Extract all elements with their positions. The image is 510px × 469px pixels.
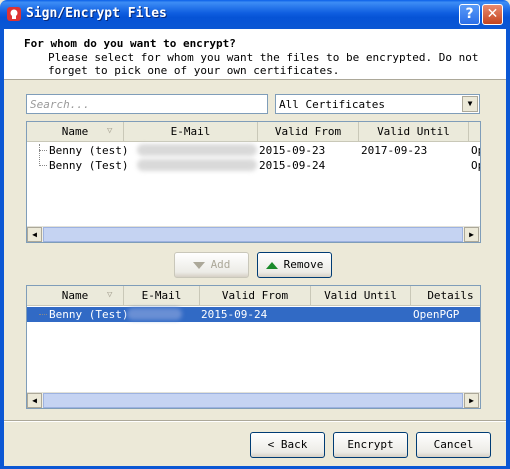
header-description: Please select for whom you want the file… [48,51,479,77]
cell-name: Benny (Test) 2 [49,159,133,172]
encrypt-button[interactable]: Encrypt [333,432,408,458]
cell-details: Op [471,159,480,172]
cell-details: OpenPGP [413,308,460,321]
certificate-filter-select[interactable]: All Certificates ▼ [275,94,480,114]
cell-valid-from: 2015-09-24 [259,159,326,172]
horizontal-scrollbar[interactable]: ◀ ▶ [27,392,480,408]
column-header-email[interactable]: E-Mail [124,122,258,142]
cell-valid-until: 2017-09-23 [361,144,428,157]
column-header-valid-until[interactable]: Valid Until [311,286,411,306]
column-header-valid-until[interactable]: Valid Until [359,122,469,142]
list-header: Name ▽ E-Mail Valid From Valid Until Det… [27,286,480,306]
available-certificates-list[interactable]: Name ▽ E-Mail Valid From Valid Until Ben… [26,121,481,243]
sort-arrow-icon: ▽ [107,290,113,300]
cell-name: Benny (test) [49,144,129,157]
table-row[interactable]: Benny (Test) 2015-09-24 OpenPGP [27,307,480,322]
column-header-valid-from[interactable]: Valid From [258,122,359,142]
filter-selected-value: All Certificates [279,98,385,111]
cell-valid-from: 2015-09-23 [259,144,326,157]
table-row[interactable]: Benny (Test) 2 2015-09-24 Op [27,158,480,173]
wizard-header: For whom do you want to encrypt? Please … [4,29,506,80]
email-redacted [137,144,257,156]
column-header-valid-from[interactable]: Valid From [200,286,311,306]
selected-certificates-list[interactable]: Name ▽ E-Mail Valid From Valid Until Det… [26,285,481,409]
scroll-left-icon[interactable]: ◀ [27,227,42,242]
horizontal-scrollbar[interactable]: ◀ ▶ [27,226,480,242]
list-header: Name ▽ E-Mail Valid From Valid Until [27,122,480,142]
help-button[interactable]: ? [459,4,480,25]
column-header-details[interactable] [469,122,480,142]
column-header-email[interactable]: E-Mail [124,286,200,306]
cell-name: Benny (Test) [49,308,129,321]
kleopatra-app-icon [7,7,21,21]
window-frame-left [0,29,4,469]
cell-details: Op [471,144,480,157]
arrow-up-icon [265,261,278,269]
back-button[interactable]: < Back [250,432,325,458]
scroll-right-icon[interactable]: ▶ [464,393,479,408]
footer-separator [4,420,506,422]
add-button[interactable]: Add [174,252,249,278]
window-frame-right [506,29,510,469]
header-question: For whom do you want to encrypt? [24,37,236,50]
title-bar: Sign/Encrypt Files ? ✕ [0,0,510,29]
search-input[interactable] [26,94,268,114]
table-row[interactable]: Benny (test) 2015-09-23 2017-09-23 Op [27,143,480,158]
window-title: Sign/Encrypt Files [26,6,167,21]
chevron-down-icon[interactable]: ▼ [462,96,478,112]
email-redacted [127,308,182,320]
email-redacted [137,159,257,171]
column-header-details[interactable]: Details [411,286,480,306]
cell-valid-from: 2015-09-24 [201,308,268,321]
close-button[interactable]: ✕ [482,4,503,25]
chevron-left-icon: < [267,438,275,451]
scroll-left-icon[interactable]: ◀ [27,393,42,408]
cancel-button[interactable]: Cancel [416,432,491,458]
remove-button[interactable]: Remove [257,252,332,278]
scroll-thumb[interactable] [43,227,463,242]
scroll-thumb[interactable] [43,393,463,408]
arrow-down-icon [192,261,205,269]
scroll-right-icon[interactable]: ▶ [464,227,479,242]
sort-arrow-icon: ▽ [107,126,113,136]
